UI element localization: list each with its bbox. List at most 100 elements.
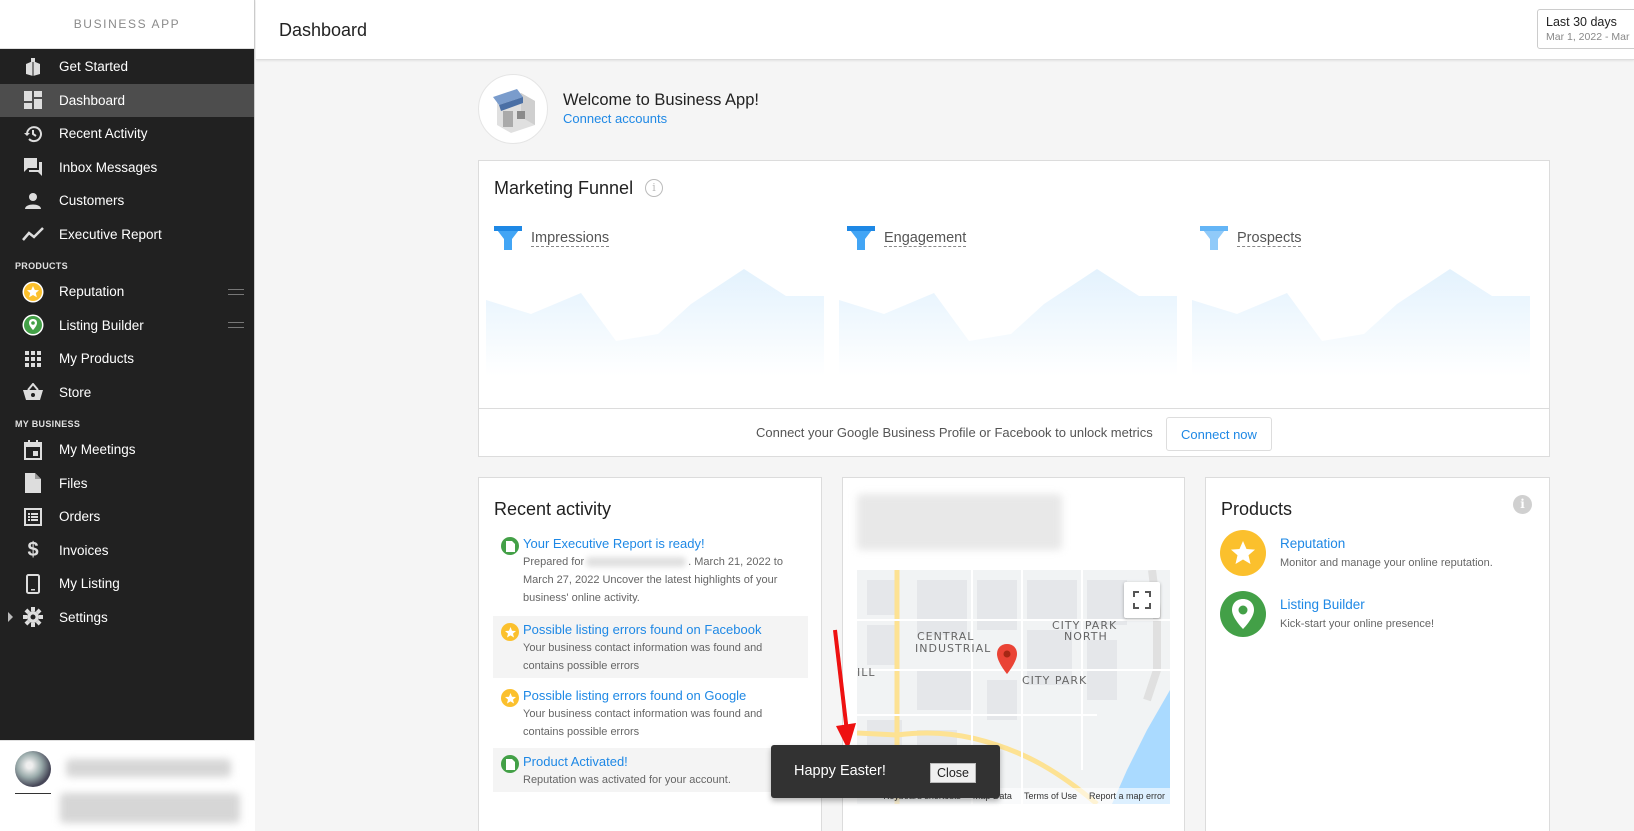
product-description: Kick-start your online presence!	[1280, 618, 1435, 630]
sidebar-item-executive-report[interactable]: Executive Report	[0, 218, 254, 252]
recent-activity-title: Recent activity	[494, 499, 612, 519]
basket-icon	[22, 381, 44, 403]
redacted-user-name	[66, 759, 231, 777]
gear-icon	[22, 606, 44, 628]
date-range-label: Last 30 days	[1546, 15, 1617, 29]
star-badge-icon	[22, 281, 44, 303]
user-profile[interactable]	[0, 740, 255, 831]
sidebar-item-inbox-messages[interactable]: Inbox Messages	[0, 151, 254, 185]
page-title: Dashboard	[279, 20, 368, 40]
impressions-placeholder-chart	[486, 269, 824, 376]
connect-accounts-link[interactable]: Connect accounts	[563, 111, 667, 126]
funnel-label-prospects: Prospects	[1237, 230, 1302, 247]
grid-icon	[22, 348, 44, 370]
top-bar: Dashboard Last 30 days Mar 1, 2022 - Mar	[256, 0, 1634, 60]
sidebar-item-my-meetings[interactable]: My Meetings	[0, 433, 254, 467]
map-terms-link[interactable]: Terms of Use	[1024, 791, 1077, 801]
sidebar-item-label: Inbox Messages	[59, 159, 158, 175]
sidebar: BUSINESS APP Get Started Dashboard Recen…	[0, 0, 255, 831]
pin-badge-icon	[1220, 591, 1266, 637]
section-products: PRODUCTS	[15, 261, 68, 271]
sidebar-item-dashboard[interactable]: Dashboard	[0, 83, 254, 117]
product-name[interactable]: Listing Builder	[1280, 597, 1365, 612]
sidebar-item-customers[interactable]: Customers	[0, 184, 254, 218]
sidebar-item-label: My Products	[59, 351, 135, 367]
sidebar-item-store[interactable]: Store	[0, 376, 254, 410]
activity-title[interactable]: Possible listing errors found on Google	[523, 688, 800, 703]
red-annotation-arrow	[833, 629, 856, 750]
map-report-error-link[interactable]: Report a map error	[1089, 791, 1165, 801]
sidebar-item-reputation[interactable]: Reputation	[0, 275, 254, 309]
sidebar-item-files[interactable]: Files	[0, 467, 254, 501]
star-icon	[501, 623, 519, 641]
svg-text:INDUSTRIAL: INDUSTRIAL	[915, 642, 991, 655]
prospects-placeholder-chart	[1192, 269, 1530, 376]
drag-handle-icon[interactable]	[228, 288, 244, 295]
drag-handle-icon[interactable]	[228, 322, 244, 329]
sidebar-item-label: Executive Report	[59, 226, 162, 242]
activity-item[interactable]: Possible listing errors found on Faceboo…	[493, 616, 808, 678]
activity-item[interactable]: Your Executive Report is ready! Prepared…	[493, 530, 808, 611]
activity-description: Prepared for. March 21, 2022 to March 27…	[523, 556, 783, 604]
sidebar-item-label: Reputation	[59, 284, 125, 300]
snackbar-message: Happy Easter!	[794, 763, 886, 779]
activity-description: Your business contact information was fo…	[523, 642, 763, 672]
redacted-business-name	[857, 494, 1062, 550]
activity-title[interactable]: Your Executive Report is ready!	[523, 536, 800, 551]
date-range-picker[interactable]: Last 30 days Mar 1, 2022 - Mar	[1537, 9, 1634, 49]
avatar[interactable]	[15, 751, 51, 787]
brand-logo[interactable]: BUSINESS APP	[0, 0, 254, 49]
connect-now-button[interactable]: Connect now	[1166, 417, 1272, 451]
sidebar-item-label: Customers	[59, 193, 125, 209]
redacted-user-detail	[60, 793, 240, 823]
product-name[interactable]: Reputation	[1280, 536, 1345, 551]
svg-text:CITY PARK: CITY PARK	[1022, 674, 1087, 687]
funnel-label-engagement: Engagement	[884, 230, 967, 247]
sidebar-item-my-listing[interactable]: My Listing	[0, 567, 254, 601]
sidebar-item-get-started[interactable]: Get Started	[0, 50, 254, 84]
sidebar-item-label: Listing Builder	[59, 317, 144, 333]
product-description: Monitor and manage your online reputatio…	[1280, 557, 1493, 569]
sidebar-item-label: My Meetings	[59, 442, 136, 458]
unlock-metrics-message: Connect your Google Business Profile or …	[756, 425, 1153, 440]
activity-description: Reputation was activated for your accoun…	[523, 774, 731, 786]
activity-item[interactable]: Possible listing errors found on Google …	[493, 682, 808, 745]
info-icon[interactable]: i	[1513, 495, 1532, 514]
marketing-funnel-title: Marketing Funnel	[494, 178, 634, 198]
sidebar-item-label: Dashboard	[59, 92, 126, 108]
map-fullscreen-button[interactable]	[1124, 582, 1160, 618]
activity-title[interactable]: Possible listing errors found on Faceboo…	[523, 622, 800, 637]
section-my-business: MY BUSINESS	[15, 419, 81, 429]
person-icon	[22, 190, 44, 212]
history-icon	[22, 123, 44, 145]
activity-description: Your business contact information was fo…	[523, 708, 763, 738]
report-icon	[501, 537, 519, 555]
funnel-icon	[494, 226, 522, 250]
sidebar-item-recent-activity[interactable]: Recent Activity	[0, 117, 254, 151]
sidebar-item-listing-builder[interactable]: Listing Builder	[0, 309, 254, 343]
file-icon	[22, 472, 44, 494]
avatar-divider	[15, 793, 51, 794]
sidebar-item-orders[interactable]: Orders	[0, 500, 254, 534]
close-snackbar-button[interactable]: Close	[930, 763, 976, 783]
storefront-icon	[493, 89, 535, 133]
sidebar-item-label: Orders	[59, 509, 101, 525]
sidebar-item-settings[interactable]: Settings	[0, 601, 254, 635]
sidebar-item-invoices[interactable]: $ Invoices	[0, 534, 254, 568]
dollar-icon: $	[27, 538, 39, 561]
activity-title[interactable]: Product Activated!	[523, 754, 800, 769]
products-card: Products i Reputation Monitor and manage…	[1205, 477, 1550, 831]
activity-item[interactable]: Product Activated! Reputation was activa…	[493, 748, 808, 792]
date-range-value: Mar 1, 2022 - Mar	[1546, 31, 1630, 43]
report-icon	[501, 755, 519, 773]
funnel-label-impressions: Impressions	[531, 230, 610, 247]
business-logo	[478, 74, 548, 144]
star-badge-icon	[1220, 530, 1266, 576]
info-icon[interactable]: i	[645, 179, 663, 197]
expand-caret-icon[interactable]	[8, 612, 13, 623]
sidebar-item-my-products[interactable]: My Products	[0, 342, 254, 376]
sidebar-item-label: Invoices	[59, 542, 109, 558]
sidebar-item-label: Store	[59, 384, 92, 400]
book-icon	[22, 56, 44, 78]
engagement-placeholder-chart	[839, 269, 1177, 376]
